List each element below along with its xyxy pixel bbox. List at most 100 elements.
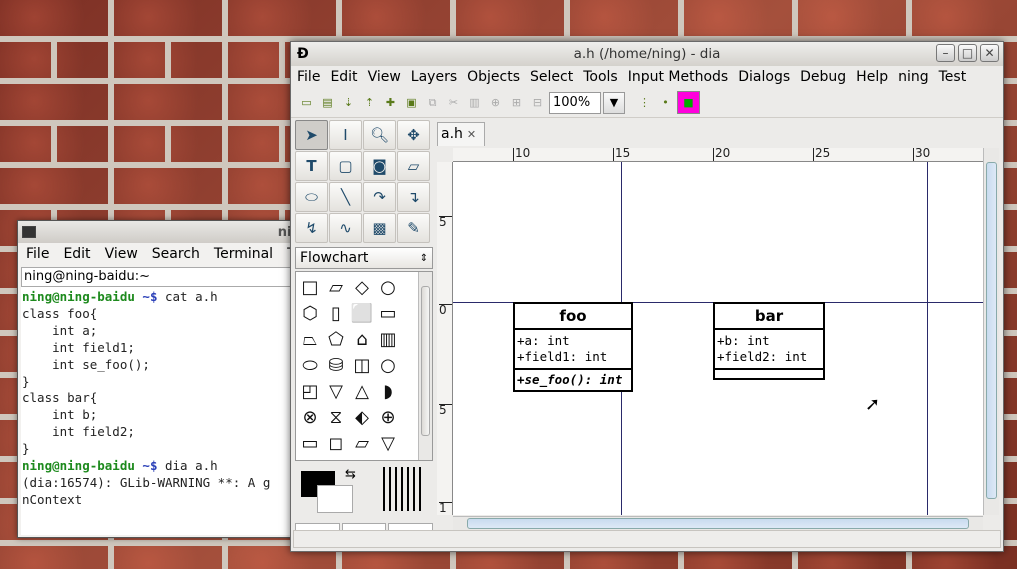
- close-button[interactable]: ✕: [980, 44, 999, 62]
- close-tab-icon[interactable]: ✕: [467, 128, 476, 141]
- polyline-tool-icon[interactable]: ↯: [295, 213, 328, 243]
- line-width-selector[interactable]: [383, 467, 423, 511]
- save-icon[interactable]: ▣: [402, 93, 421, 112]
- shape-palette-scrollbar[interactable]: [418, 272, 432, 460]
- terminal-titlebar[interactable]: ning: [18, 221, 316, 243]
- menu-edit[interactable]: Edit: [324, 69, 361, 85]
- diagram-canvas[interactable]: foo +a: int +field1: int +se_foo(): int …: [453, 162, 983, 515]
- vertical-scrollbar[interactable]: [983, 148, 999, 515]
- manual-input-shape-icon[interactable]: ▭: [297, 430, 323, 456]
- paste-icon[interactable]: ▥: [465, 93, 484, 112]
- terminal-menu-search[interactable]: Search: [144, 246, 206, 262]
- menu-help[interactable]: Help: [850, 69, 892, 85]
- text-edit-tool-icon[interactable]: Ⅰ: [329, 120, 362, 150]
- delay-shape-icon[interactable]: ◗: [375, 378, 401, 404]
- polygon-tool-icon[interactable]: ▱: [397, 151, 430, 181]
- image-tool-icon[interactable]: ▩: [363, 213, 396, 243]
- menu-file[interactable]: File: [291, 69, 324, 85]
- direct-data-shape-icon[interactable]: ◫: [349, 352, 375, 378]
- transaction-shape-icon[interactable]: ⏥: [349, 430, 375, 456]
- plugin-icon[interactable]: ✚: [381, 93, 400, 112]
- punched-tape-shape-icon[interactable]: ◻: [323, 430, 349, 456]
- extract-shape-icon[interactable]: △: [349, 378, 375, 404]
- circle-shape-icon[interactable]: ○: [375, 352, 401, 378]
- terminal-menu-terminal[interactable]: Terminal: [206, 246, 279, 262]
- bezier-tool-icon[interactable]: ∿: [329, 213, 362, 243]
- uml-class-foo[interactable]: foo +a: int +field1: int +se_foo(): int: [513, 302, 633, 392]
- outline-tool-icon[interactable]: ✎: [397, 213, 430, 243]
- zoom-fit-icon[interactable]: ⊕: [486, 93, 505, 112]
- background-color-swatch[interactable]: [317, 485, 353, 513]
- maximize-button[interactable]: □: [958, 44, 977, 62]
- connector-shape-icon[interactable]: ○: [375, 274, 401, 300]
- magnetic-disk-shape-icon[interactable]: ⛁: [323, 352, 349, 378]
- menu-dialogs[interactable]: Dialogs: [732, 69, 794, 85]
- sheet-selector[interactable]: Flowchart ⇕: [295, 247, 433, 269]
- new-diagram-icon[interactable]: ▭: [297, 93, 316, 112]
- layers-icon[interactable]: ■: [677, 91, 700, 114]
- horizontal-scrollbar[interactable]: [453, 516, 983, 530]
- chevron-down-icon[interactable]: ▼: [603, 91, 625, 114]
- pointer-tool-icon[interactable]: ➤: [295, 120, 328, 150]
- or-shape-icon[interactable]: ⊕: [375, 404, 401, 430]
- summing-junction-shape-icon[interactable]: ⊗: [297, 404, 323, 430]
- internal-storage-shape-icon[interactable]: ◰: [297, 378, 323, 404]
- menu-debug[interactable]: Debug: [794, 69, 850, 85]
- terminal-window[interactable]: ning File Edit View Search Terminal Ta n…: [17, 220, 317, 538]
- manual-operation-shape-icon[interactable]: ⏢: [297, 326, 323, 352]
- ellipse-tool-icon[interactable]: ◙: [363, 151, 396, 181]
- predefined-process-shape-icon[interactable]: ▥: [375, 326, 401, 352]
- snap-point-icon[interactable]: •: [656, 93, 675, 112]
- merge-shape-icon[interactable]: ▽: [323, 378, 349, 404]
- menu-test[interactable]: Test: [933, 69, 971, 85]
- scroll-tool-icon[interactable]: ✥: [397, 120, 430, 150]
- terminal-menu-view[interactable]: View: [97, 246, 144, 262]
- card-shape-icon[interactable]: ⌂: [349, 326, 375, 352]
- snap-to-grid-icon[interactable]: ⋮: [635, 93, 654, 112]
- minimize-button[interactable]: –: [936, 44, 955, 62]
- terminal-tab[interactable]: ning@ning-baidu:~: [21, 267, 313, 287]
- sort-shape-icon[interactable]: ⬖: [349, 404, 375, 430]
- zoom-input[interactable]: 100%: [549, 91, 601, 114]
- swap-colors-icon[interactable]: ⇆: [345, 467, 356, 482]
- menu-ning[interactable]: ning: [892, 69, 933, 85]
- offline-storage-shape-icon[interactable]: ▽: [375, 430, 401, 456]
- stored-data-shape-icon[interactable]: ▯: [323, 300, 349, 326]
- terminal-shape-icon[interactable]: ⬭: [297, 352, 323, 378]
- zoom-in-icon[interactable]: ⊞: [507, 93, 526, 112]
- display-shape-icon[interactable]: ⬜: [349, 300, 375, 326]
- open-icon[interactable]: ▤: [318, 93, 337, 112]
- cut-icon[interactable]: ✂: [444, 93, 463, 112]
- beziergon-tool-icon[interactable]: ⬭: [295, 182, 328, 212]
- preparation-shape-icon[interactable]: ⬡: [297, 300, 323, 326]
- dia-window[interactable]: Ð a.h (/home/ning) - dia – □ ✕ File Edit…: [290, 41, 1004, 552]
- terminal-output[interactable]: ning@ning-baidu ~$ cat a.h class foo{ int…: [21, 287, 313, 535]
- menu-view[interactable]: View: [362, 69, 405, 85]
- menu-layers[interactable]: Layers: [405, 69, 461, 85]
- zigzag-tool-icon[interactable]: ↴: [397, 182, 430, 212]
- menu-select[interactable]: Select: [524, 69, 577, 85]
- offpage-shape-icon[interactable]: ⬠: [323, 326, 349, 352]
- box-tool-icon[interactable]: ▢: [329, 151, 362, 181]
- document-shape-icon[interactable]: ▭: [375, 300, 401, 326]
- terminal-menu-file[interactable]: File: [18, 246, 55, 262]
- dia-titlebar[interactable]: Ð a.h (/home/ning) - dia – □ ✕: [291, 42, 1003, 66]
- import-icon[interactable]: ⇣: [339, 93, 358, 112]
- text-tool-icon[interactable]: T: [295, 151, 328, 181]
- data-shape-icon[interactable]: ▱: [323, 274, 349, 300]
- menu-objects[interactable]: Objects: [461, 69, 524, 85]
- export-icon[interactable]: ⇡: [360, 93, 379, 112]
- menu-input-methods[interactable]: Input Methods: [622, 69, 733, 85]
- line-tool-icon[interactable]: ╲: [329, 182, 362, 212]
- decision-shape-icon[interactable]: ◇: [349, 274, 375, 300]
- uml-class-bar[interactable]: bar +b: int +field2: int: [713, 302, 825, 380]
- magnify-tool-icon[interactable]: 🔍︎: [363, 120, 396, 150]
- copy-icon[interactable]: ⧉: [423, 93, 442, 112]
- zoom-out-icon[interactable]: ⊟: [528, 93, 547, 112]
- menu-tools[interactable]: Tools: [577, 69, 622, 85]
- collate-shape-icon[interactable]: ⧖: [323, 404, 349, 430]
- terminal-menu-edit[interactable]: Edit: [55, 246, 96, 262]
- tab-a-h[interactable]: a.h ✕: [437, 122, 485, 146]
- arc-tool-icon[interactable]: ↷: [363, 182, 396, 212]
- process-shape-icon[interactable]: □: [297, 274, 323, 300]
